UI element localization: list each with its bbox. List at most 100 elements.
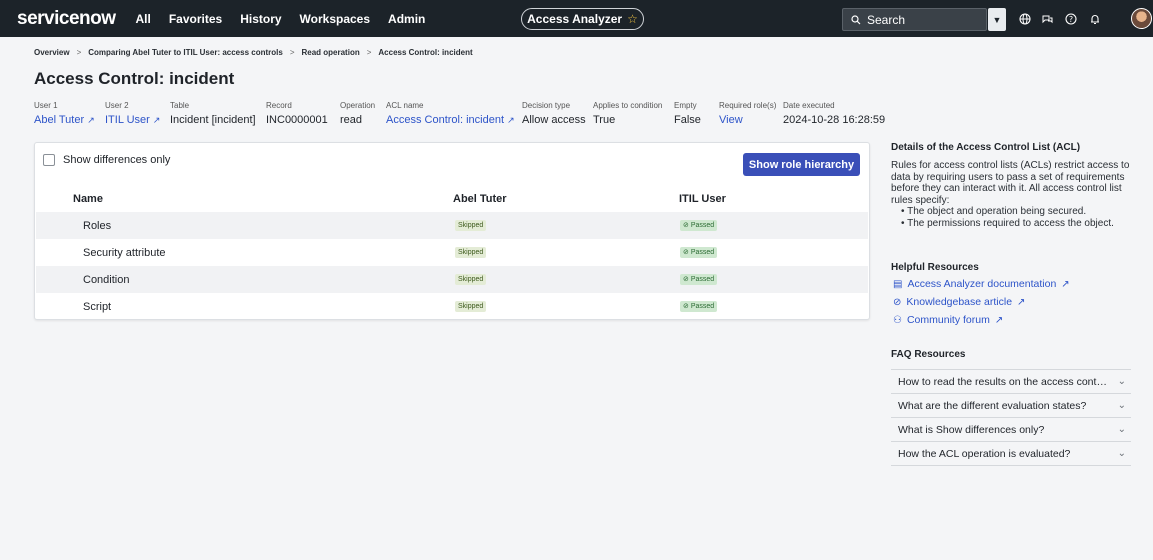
servicenow-logo[interactable]: servicenow [17,8,116,30]
meta-label: ACL name [386,101,424,110]
nav-favorites[interactable]: Favorites [169,12,222,26]
nav-admin[interactable]: Admin [388,12,425,26]
show-differences-checkbox[interactable] [43,154,55,166]
meta-user2: User 2 ITIL User ↗ [105,101,160,126]
row-name: Security attribute [83,247,166,259]
breadcrumb-overview[interactable]: Overview [34,48,70,57]
meta-label: User 2 [105,101,129,110]
external-link-icon: ↗ [994,314,1004,326]
search-icon [851,14,861,24]
chevron-right-icon: > [289,48,295,57]
meta-record: Record INC0000001 [266,101,328,126]
breadcrumb-current: Access Control: incident [378,48,473,57]
meta-empty: Empty False [674,101,701,126]
row-name: Condition [83,274,130,286]
status-badge-skipped: Skipped [455,301,487,312]
resource-link-community[interactable]: ⚇ Community forum ↗ [893,314,1003,326]
meta-label: Operation [340,101,376,110]
meta-decision-type: Decision type Allow access [522,101,586,126]
helpful-resources-title: Helpful Resources [891,262,979,273]
resource-label: Community forum [906,314,990,326]
user2-link[interactable]: ITIL User ↗ [105,114,160,126]
meta-label: Record [266,101,292,110]
nav-workspaces[interactable]: Workspaces [300,12,370,26]
meta-acl-name: ACL name Access Control: incident ↗ [386,101,515,126]
search-input[interactable]: Search [842,8,987,31]
row-name: Script [83,301,112,313]
app-pill[interactable]: Access Analyzer ☆ [521,8,644,30]
chevron-right-icon: > [76,48,82,57]
breadcrumb-comparison[interactable]: Comparing Abel Tuter to ITIL User: acces… [88,48,283,57]
acl-name-link[interactable]: Access Control: incident ↗ [386,114,515,126]
svg-text:?: ? [1068,15,1072,24]
show-differences-toggle[interactable]: Show differences only [43,154,170,166]
details-description: Rules for access control lists (ACLs) re… [891,160,1136,229]
details-text: Rules for access control lists (ACLs) re… [891,160,1130,206]
check-circle-icon: ⊘ [683,249,689,256]
status-text: Passed [690,222,715,229]
help-icon[interactable]: ? [1063,11,1078,26]
resource-link-knowledgebase[interactable]: ⊘ Knowledgebase article ↗ [893,296,1025,308]
user-avatar[interactable] [1131,8,1152,29]
meta-label: Required role(s) [719,101,777,110]
column-header-name: Name [73,193,103,205]
nav-all[interactable]: All [136,12,151,26]
details-list: The object and operation being secured. … [901,206,1136,229]
status-text: Passed [690,276,715,283]
faq-item[interactable]: How to read the results on the access co… [891,369,1131,393]
meta-table: Table Incident [incident] [170,101,256,126]
faq-item[interactable]: What are the different evaluation states… [891,393,1131,417]
meta-value: INC0000001 [266,114,328,126]
external-link-icon: ↗ [87,115,95,125]
meta-required-roles: Required role(s) View [719,101,776,126]
caret-down-icon: ▼ [992,14,1002,25]
show-differences-label: Show differences only [63,154,171,166]
details-title: Details of the Access Control List (ACL) [891,142,1081,153]
meta-label: User 1 [34,101,58,110]
bell-icon[interactable] [1087,11,1102,26]
meta-value: Incident [incident] [170,114,256,126]
search-label: Search [867,12,906,27]
meta-label: Date executed [783,101,835,110]
status-badge-passed: ⊘ Passed [680,301,718,312]
compass-icon: ⊘ [893,296,902,308]
chat-icon[interactable] [1040,11,1055,26]
search-scope-dropdown[interactable]: ▼ [988,8,1006,31]
faq-question: How the ACL operation is evaluated? [898,447,1071,460]
meta-value: 2024-10-28 16:28:59 [783,114,886,126]
meta-value: ITIL User [105,114,150,126]
meta-value: read [340,114,363,126]
user1-link[interactable]: Abel Tuter ↗ [34,114,95,126]
meta-label: Empty [674,101,697,110]
table-row: Script Skipped ⊘ Passed [36,293,868,320]
show-role-hierarchy-button[interactable]: Show role hierarchy [743,153,860,176]
meta-value: True [593,114,616,126]
faq-divider [891,465,1131,466]
view-roles-link[interactable]: View [719,114,776,126]
page-title: Access Control: incident [34,69,235,88]
globe-icon[interactable] [1017,11,1032,26]
check-circle-icon: ⊘ [683,303,689,310]
meta-value: Allow access [522,114,586,126]
nav-history[interactable]: History [240,12,281,26]
resource-link-documentation[interactable]: ▤ Access Analyzer documentation ↗ [893,278,1070,290]
star-icon[interactable]: ☆ [627,12,638,26]
meta-user1: User 1 Abel Tuter ↗ [34,101,95,126]
chevron-right-icon: > [366,48,372,57]
check-circle-icon: ⊘ [683,276,689,283]
faq-item[interactable]: How the ACL operation is evaluated? ⌄ [891,441,1131,465]
details-bullet: The permissions required to access the o… [901,218,1136,230]
meta-value: Access Control: incident [386,114,504,126]
faq-item[interactable]: What is Show differences only? ⌄ [891,417,1131,441]
status-badge-skipped: Skipped [455,220,487,231]
community-icon: ⚇ [893,314,902,326]
resource-label: Access Analyzer documentation [907,278,1057,290]
table-row: Roles Skipped ⊘ Passed [36,212,868,239]
meta-date-executed: Date executed 2024-10-28 16:28:59 [783,101,885,126]
meta-label: Decision type [522,101,571,110]
breadcrumb-operation[interactable]: Read operation [301,48,359,57]
app-pill-label: Access Analyzer [527,12,623,26]
faq-question: What are the different evaluation states… [898,399,1087,412]
meta-operation: Operation read [340,101,375,126]
meta-applies-to-condition: Applies to condition True [593,101,662,126]
